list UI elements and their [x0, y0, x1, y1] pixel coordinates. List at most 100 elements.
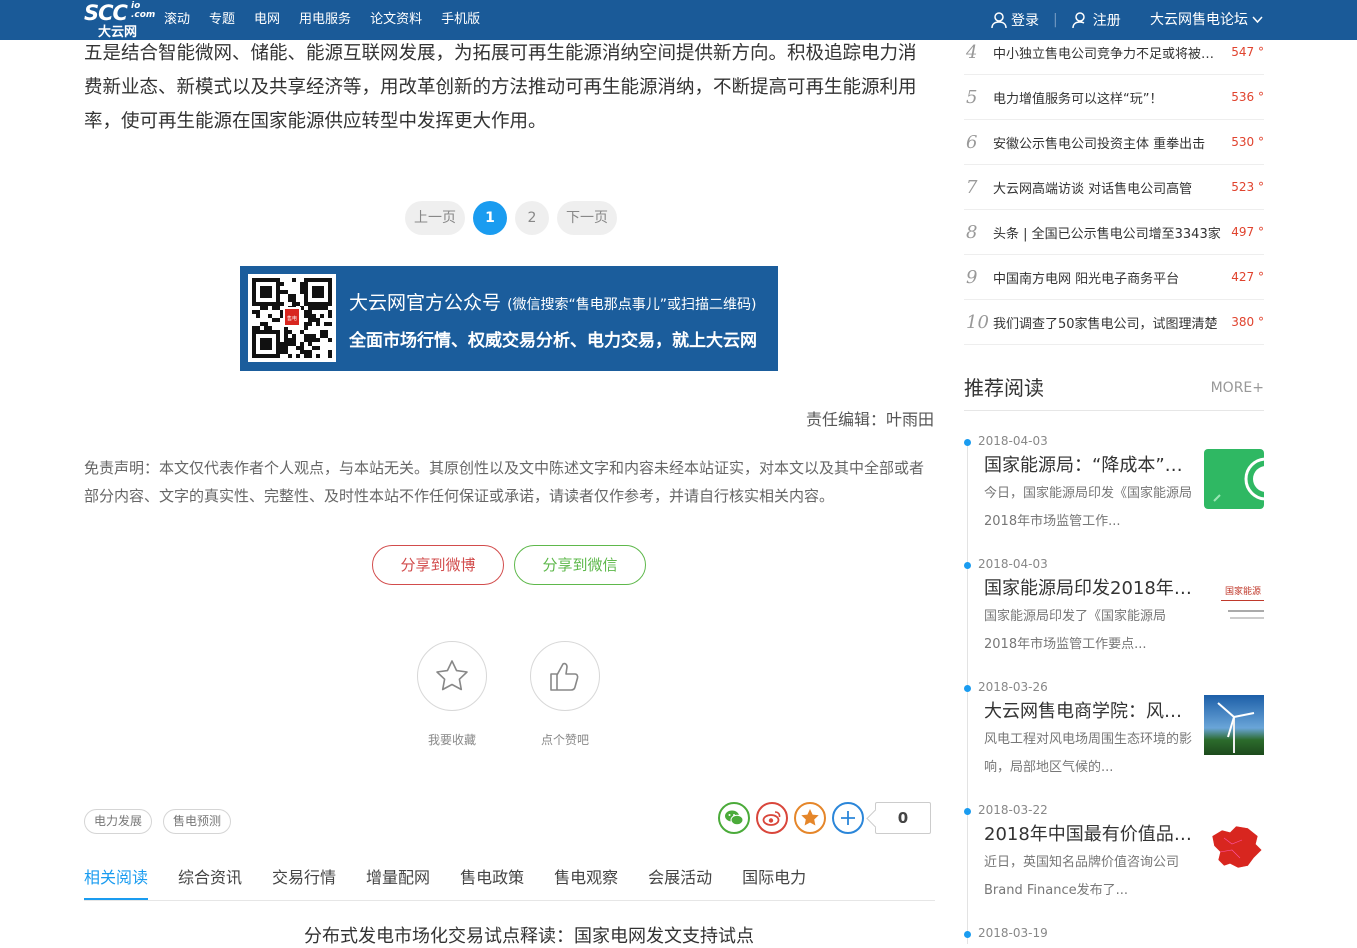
top-navigation-bar: SCC io .com 大云网 滚动 专题 电网 用电服务 论文资料 手机版 登… [0, 0, 1357, 40]
banner-title-hint: (微信搜索“售电那点事儿”或扫描二维码) [507, 297, 757, 313]
hot-ranking-list: 4 中小独立售电公司竞争力不足或将被淘汰 547 ° 5 电力增值服务可以这样“玩”！… [964, 30, 1264, 345]
user-icon [991, 12, 1007, 29]
rank-number: 10 [966, 311, 989, 333]
login-link[interactable]: 登录 [990, 10, 1039, 30]
rank-number: 8 [966, 221, 978, 243]
register-link[interactable]: 注册 [1071, 10, 1121, 30]
tab-observation[interactable]: 售电观察 [554, 856, 618, 900]
nav-item-mobile[interactable]: 手机版 [441, 0, 480, 40]
rank-count: 530 ° [1231, 135, 1264, 149]
nav-item-gundong[interactable]: 滚动 [164, 0, 190, 40]
qr-code-image: 售电 [248, 274, 336, 362]
recommend-date: 2018-04-03 [978, 557, 1048, 571]
share-weibo-button[interactable]: 分享到微博 [372, 545, 504, 585]
rank-title: 我们调查了50家售电公司，试图理清楚 [993, 316, 1218, 332]
prev-page-button[interactable]: 上一页 [405, 201, 465, 235]
share-wechat-button[interactable]: 分享到微信 [514, 545, 646, 585]
recommend-header: 推荐阅读 MORE+ [964, 371, 1264, 411]
tab-market[interactable]: 交易行情 [272, 856, 336, 900]
wechat-account-banner[interactable]: 售电 大云网官方公众号 (微信搜索“售电那点事儿”或扫描二维码) 全面市场行情、… [240, 266, 778, 371]
document-thumb-text: 国家能源 [1225, 587, 1262, 597]
recommend-title[interactable]: 大云网售电商学院：风电场生态环境 [984, 697, 1198, 723]
recommend-thumbnail[interactable]: 国家能源 [1204, 572, 1264, 632]
list-item[interactable]: 7 大云网高端访谈 对话售电公司高管 523 ° [964, 165, 1264, 210]
nav-item-dianwang[interactable]: 电网 [254, 0, 280, 40]
account-links: 登录 | 注册 [990, 0, 1121, 40]
recommend-item[interactable]: 2018-03-26 大云网售电商学院：风电场生态环境 风电工程对风电场周围生态… [964, 680, 1264, 803]
recommend-title[interactable]: 国家能源局：“降成本”、“补短板” [984, 451, 1198, 477]
tab-policy[interactable]: 售电政策 [460, 856, 524, 900]
timeline-dot [964, 808, 971, 815]
responsible-editor: 责任编辑：叶雨田 [805, 410, 934, 429]
share-counter: 0 [875, 802, 931, 834]
nav-item-zhuanti[interactable]: 专题 [209, 0, 235, 40]
recommend-desc: 近日，英国知名品牌价值咨询公司Brand Finance发布了... [984, 855, 1180, 898]
tag-item[interactable]: 售电预测 [163, 809, 232, 834]
like-button[interactable] [530, 641, 600, 711]
favorite-action[interactable]: 我要收藏 [417, 641, 487, 748]
forum-dropdown[interactable]: 大云网售电论坛 [1150, 0, 1264, 40]
recommend-thumbnail[interactable] [1204, 818, 1264, 878]
green-logo-icon [1213, 457, 1264, 502]
recommend-desc: 今日，国家能源局印发《国家能源局2018年市场监管工作... [984, 486, 1193, 529]
tag-item[interactable]: 电力发展 [84, 809, 153, 834]
tab-international[interactable]: 国际电力 [742, 856, 806, 900]
recommend-item[interactable]: 2018-03-22 2018年中国最有价值品牌发布 近日，英国知名品牌价值咨询… [964, 803, 1264, 926]
share-wechat-icon-button[interactable] [718, 802, 750, 834]
document-line [1221, 600, 1264, 601]
tab-related[interactable]: 相关阅读 [84, 856, 149, 900]
next-page-button[interactable]: 下一页 [557, 201, 617, 235]
list-item[interactable]: 6 安徽公示售电公司投资主体 重拳出击 530 ° [964, 120, 1264, 165]
recommend-item[interactable]: 2018-04-03 国家能源局印发2018年市场监管工作要点 国家能源局印发了… [964, 557, 1264, 680]
share-more-icon-button[interactable] [832, 802, 864, 834]
pagination: 上一页 1 2 下一页 [405, 201, 625, 235]
tab-distribution[interactable]: 增量配网 [366, 856, 430, 900]
page-1-button[interactable]: 1 [473, 201, 507, 235]
register-label: 注册 [1092, 13, 1121, 29]
rank-title: 大云网高端访谈 对话售电公司高管 [993, 181, 1193, 197]
article-paragraph: 五是结合智能微网、储能、能源互联网发展，为拓展可再生能源消纳空间提供新方向。积极… [84, 43, 917, 132]
favorite-button[interactable] [417, 641, 487, 711]
tab-news[interactable]: 综合资讯 [178, 856, 242, 900]
qzone-star-icon [801, 809, 819, 826]
plus-icon [841, 811, 855, 825]
list-item[interactable]: 10 我们调查了50家售电公司，试图理清楚 380 ° [964, 300, 1264, 345]
recommend-item[interactable]: 2018-04-03 国家能源局：“降成本”、“补短板” 今日，国家能源局印发《… [964, 434, 1264, 557]
share-weibo-icon-button[interactable] [756, 802, 788, 834]
rank-count: 427 ° [1231, 270, 1264, 284]
recommend-title[interactable]: 国家能源局印发2018年市场监管工作要点 [984, 574, 1198, 600]
logo-sup-text: io .com [131, 1, 156, 20]
qr-badge-text: 售电 [287, 315, 297, 322]
login-label: 登录 [1011, 13, 1039, 29]
recommend-title[interactable]: 2018年中国最有价值品牌发布 [984, 820, 1198, 846]
share-qzone-icon-button[interactable] [794, 802, 826, 834]
document-line [1228, 610, 1264, 612]
timeline-dot [964, 439, 971, 446]
china-map-icon [1211, 825, 1263, 869]
list-item[interactable]: 5 电力增值服务可以这样“玩”！ 536 ° [964, 75, 1264, 120]
wind-turbine-icon [1217, 702, 1255, 753]
recommend-date: 2018-03-22 [978, 803, 1048, 817]
page-2-button[interactable]: 2 [515, 201, 549, 235]
banner-title-main: 大云网官方公众号 [349, 292, 502, 314]
timeline-dot [964, 562, 971, 569]
rank-title: 中小独立售电公司竞争力不足或将被淘汰 [993, 46, 1223, 62]
rank-number: 4 [966, 41, 978, 63]
recommend-desc: 风电工程对风电场周围生态环境的影响，局部地区气候的... [984, 732, 1193, 775]
related-article-link[interactable]: 分布式发电市场化交易试点释读：国家电网发文支持试点 [304, 922, 754, 948]
recommend-thumbnail[interactable] [1204, 695, 1264, 755]
more-link[interactable]: MORE+ [1211, 380, 1264, 396]
recommend-thumbnail[interactable] [1204, 449, 1264, 509]
list-item[interactable]: 8 头条 | 全国已公示售电公司增至3343家 497 ° [964, 210, 1264, 255]
nav-item-yongdian[interactable]: 用电服务 [299, 0, 351, 40]
nav-item-lunwen[interactable]: 论文资料 [370, 0, 422, 40]
recommend-heading: 推荐阅读 [964, 376, 1044, 400]
wechat-icon [725, 810, 744, 826]
tab-events[interactable]: 会展活动 [648, 856, 712, 900]
logo-cn-text: 大云网 [98, 25, 138, 40]
like-action[interactable]: 点个赞吧 [530, 641, 600, 748]
site-logo[interactable]: SCC io .com 大云网 [84, 0, 155, 40]
timeline-dot [964, 685, 971, 692]
star-icon [436, 660, 468, 691]
list-item[interactable]: 9 中国南方电网 阳光电子商务平台 427 ° [964, 255, 1264, 300]
